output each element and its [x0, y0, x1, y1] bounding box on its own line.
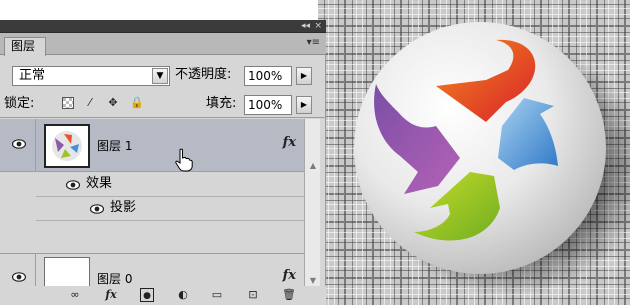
blend-mode-select[interactable]: 正常 ▼	[12, 66, 170, 86]
padlock-icon[interactable]: 🔒	[130, 97, 144, 109]
fx-icon[interactable]: fx	[283, 135, 296, 150]
fx-icon[interactable]: fx	[104, 288, 118, 302]
mask-icon[interactable]: ●	[140, 288, 154, 302]
opacity-label: 不透明度:	[175, 67, 232, 82]
layer-thumbnail-art	[52, 131, 82, 161]
panel-bottom-toolbar: ∞ fx ● ◐ ▭ ⊡ 🗑	[0, 286, 326, 305]
drop-shadow-label: 投影	[110, 200, 137, 215]
opacity-input[interactable]: 100%	[244, 66, 292, 86]
brush-lock-icon[interactable]: ⁄	[84, 97, 96, 109]
effects-row[interactable]: 效果	[36, 173, 304, 197]
effects-label: 效果	[86, 176, 113, 191]
eye-icon	[12, 272, 26, 282]
layer-list: 图层 1 fx 效果 投影 图层 0 fx	[0, 119, 304, 303]
blend-mode-value: 正常	[19, 68, 46, 83]
new-layer-icon[interactable]: ⊡	[246, 288, 260, 302]
panel-menu-icon[interactable]: ▾≡	[307, 37, 320, 48]
folder-icon[interactable]: ▭	[210, 288, 224, 302]
layer-thumbnail[interactable]	[44, 124, 90, 168]
eye-icon[interactable]	[90, 204, 104, 214]
layers-panel: ◂◂ × 图层 ▾≡ 正常 ▼ 不透明度: 100% ▶ 锁定: ⁄ ✥ 🔒 填…	[0, 20, 326, 305]
layer-list-scrollbar[interactable]: ▲ ▼	[304, 119, 320, 289]
hand-cursor-icon	[175, 148, 193, 172]
fill-label: 填充:	[206, 96, 237, 111]
link-icon[interactable]: ∞	[68, 288, 82, 302]
scroll-up-icon[interactable]: ▲	[306, 159, 320, 173]
layer-name[interactable]: 图层 1	[97, 137, 132, 154]
fill-slider-arrow-icon[interactable]: ▶	[296, 96, 312, 114]
panel-tab-row: 图层 ▾≡	[0, 33, 326, 56]
move-lock-icon[interactable]: ✥	[107, 97, 119, 109]
checker-lock-icon[interactable]	[62, 97, 74, 109]
drop-shadow-row[interactable]: 投影	[36, 197, 304, 221]
trash-icon[interactable]: 🗑	[282, 288, 296, 302]
fx-icon[interactable]: fx	[283, 268, 296, 283]
fill-input[interactable]: 100%	[244, 95, 292, 115]
canvas-artwork	[354, 22, 630, 296]
chevron-down-icon[interactable]: ▼	[152, 68, 168, 84]
close-panel-icon[interactable]: ×	[314, 20, 322, 33]
visibility-toggle[interactable]	[0, 119, 36, 171]
lock-label: 锁定:	[4, 96, 35, 111]
eye-icon	[12, 139, 26, 149]
collapse-panel-icon[interactable]: ◂◂	[301, 20, 310, 33]
lock-row: 锁定: ⁄ ✥ 🔒 填充: 100% ▶	[0, 90, 326, 118]
tab-layers[interactable]: 图层	[4, 37, 47, 56]
layer-name[interactable]: 图层 0	[97, 270, 132, 287]
adjustment-icon[interactable]: ◐	[176, 288, 190, 302]
blend-row: 正常 ▼ 不透明度: 100% ▶	[0, 56, 326, 90]
layer-row-layer-1[interactable]: 图层 1 fx	[0, 119, 304, 172]
opacity-slider-arrow-icon[interactable]: ▶	[296, 67, 312, 85]
panel-titlebar: ◂◂ ×	[0, 20, 326, 33]
eye-icon[interactable]	[66, 180, 80, 190]
